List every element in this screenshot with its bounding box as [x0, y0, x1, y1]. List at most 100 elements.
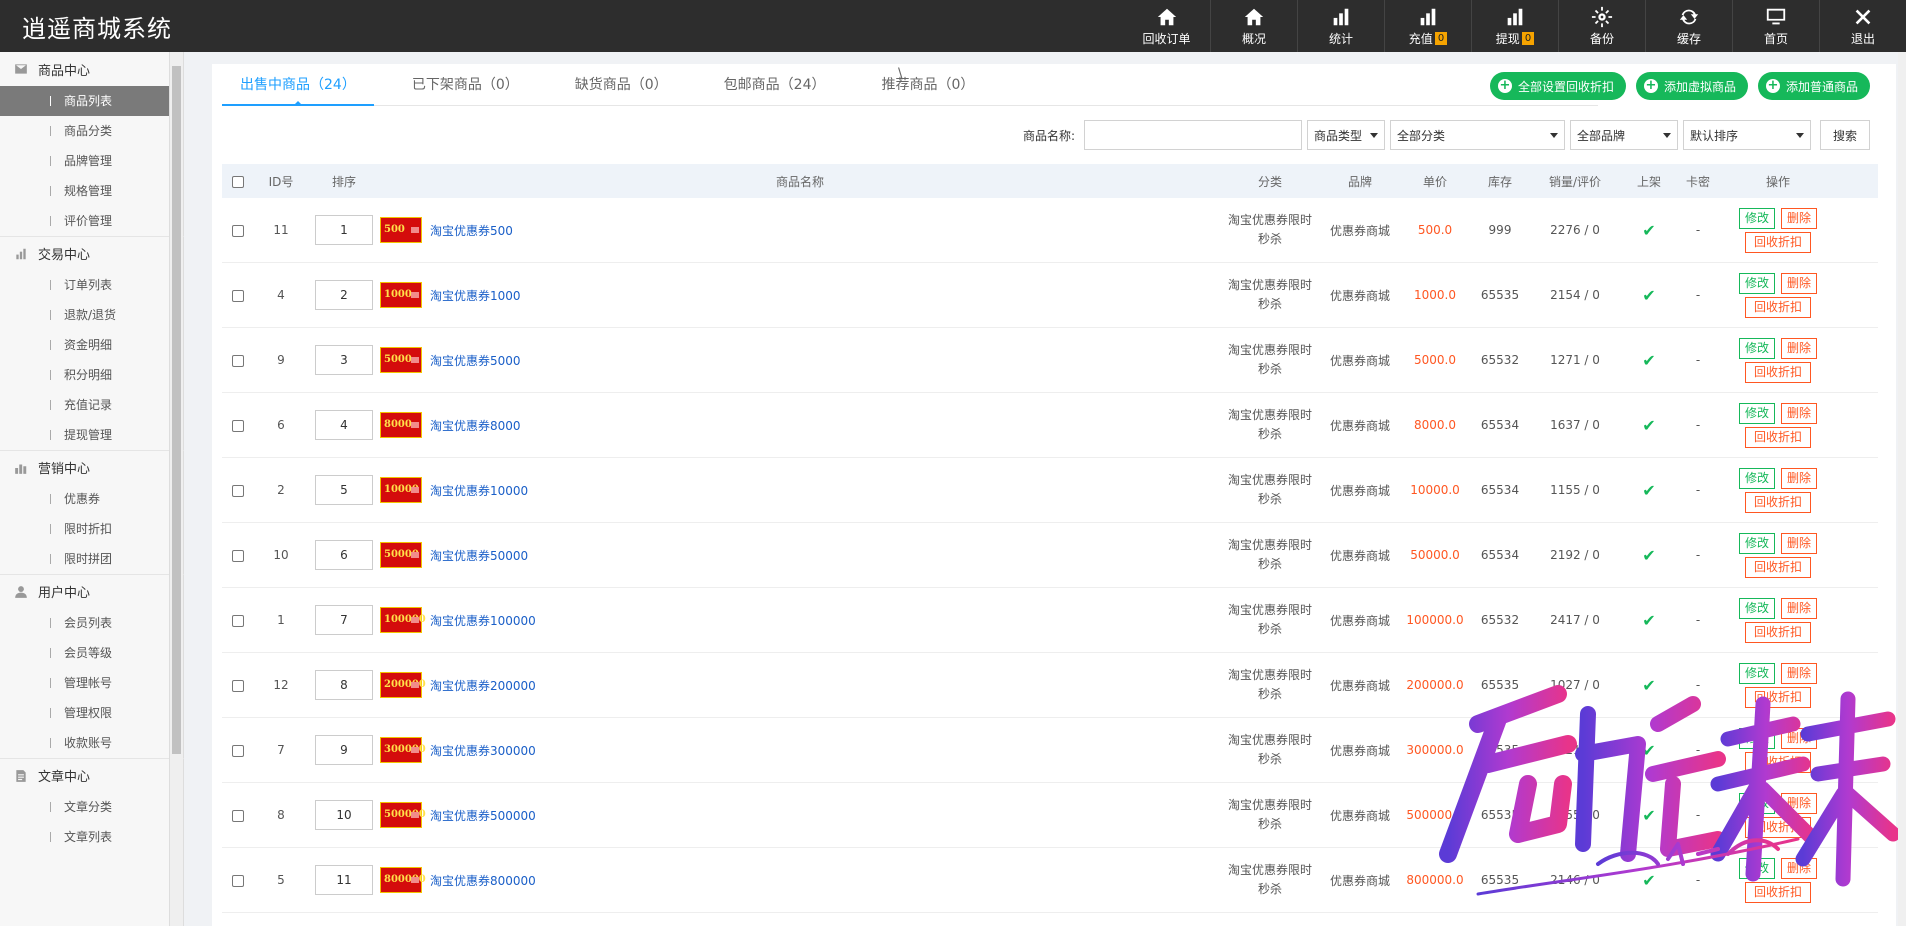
- sort-input[interactable]: 9: [315, 735, 373, 765]
- sort-select[interactable]: 默认排序: [1683, 120, 1811, 150]
- row-checkbox[interactable]: [232, 549, 244, 562]
- edit-button[interactable]: 修改: [1738, 792, 1775, 814]
- delete-button[interactable]: 删除: [1781, 857, 1818, 879]
- sort-input[interactable]: 3: [315, 345, 373, 375]
- row-checkbox[interactable]: [232, 679, 244, 692]
- sidebar-item[interactable]: 评价管理: [0, 206, 184, 236]
- check-icon[interactable]: ✔: [1642, 611, 1655, 630]
- sidebar-item[interactable]: 管理权限: [0, 698, 184, 728]
- select-all-checkbox[interactable]: [232, 175, 244, 188]
- delete-button[interactable]: 删除: [1781, 402, 1818, 424]
- sort-input[interactable]: 5: [315, 475, 373, 505]
- action-button[interactable]: + 全部设置回收折扣: [1489, 72, 1626, 100]
- category-select[interactable]: 全部分类: [1390, 120, 1565, 150]
- sort-input[interactable]: 10: [315, 800, 373, 830]
- topnav-item[interactable]: 回收订单: [1123, 0, 1210, 52]
- recycle-discount-button[interactable]: 回收折扣: [1744, 491, 1811, 513]
- edit-button[interactable]: 修改: [1738, 727, 1775, 749]
- topnav-item[interactable]: 退出: [1819, 0, 1906, 52]
- sidebar-group-title[interactable]: 用户中心: [0, 574, 184, 608]
- topnav-item[interactable]: 提现 0: [1471, 0, 1558, 52]
- recycle-discount-button[interactable]: 回收折扣: [1744, 751, 1811, 773]
- tab-item[interactable]: 出售中商品（24）: [222, 64, 374, 106]
- tab-item[interactable]: 包邮商品（24）: [706, 64, 844, 105]
- topnav-item[interactable]: 概况: [1210, 0, 1297, 52]
- sidebar-item[interactable]: 文章列表: [0, 822, 184, 852]
- edit-button[interactable]: 修改: [1738, 597, 1775, 619]
- edit-button[interactable]: 修改: [1738, 857, 1775, 879]
- check-icon[interactable]: ✔: [1642, 351, 1655, 370]
- sidebar-group-title[interactable]: 商品中心: [0, 52, 184, 86]
- topnav-item[interactable]: 缓存: [1645, 0, 1732, 52]
- tab-item[interactable]: 已下架商品（0）: [394, 64, 537, 105]
- row-checkbox[interactable]: [232, 744, 244, 757]
- delete-button[interactable]: 删除: [1781, 597, 1818, 619]
- product-name-link[interactable]: 淘宝优惠券1000: [430, 287, 521, 304]
- delete-button[interactable]: 删除: [1781, 337, 1818, 359]
- sidebar-item[interactable]: 管理帐号: [0, 668, 184, 698]
- row-checkbox[interactable]: [232, 224, 244, 237]
- sidebar-scrollbar[interactable]: [169, 52, 183, 926]
- sidebar-item[interactable]: 规格管理: [0, 176, 184, 206]
- product-name-input[interactable]: [1084, 120, 1302, 150]
- recycle-discount-button[interactable]: 回收折扣: [1744, 621, 1811, 643]
- check-icon[interactable]: ✔: [1642, 871, 1655, 890]
- product-name-link[interactable]: 淘宝优惠券5000: [430, 352, 521, 369]
- check-icon[interactable]: ✔: [1642, 676, 1655, 695]
- sort-input[interactable]: 2: [315, 280, 373, 310]
- product-name-link[interactable]: 淘宝优惠券100000: [430, 612, 536, 629]
- action-button[interactable]: + 添加普通商品: [1757, 72, 1870, 100]
- check-icon[interactable]: ✔: [1642, 481, 1655, 500]
- sidebar-group-title[interactable]: 文章中心: [0, 758, 184, 792]
- sidebar-group-title[interactable]: 交易中心: [0, 236, 184, 270]
- sort-input[interactable]: 6: [315, 540, 373, 570]
- tab-item[interactable]: 缺货商品（0）: [557, 64, 686, 105]
- delete-button[interactable]: 删除: [1781, 662, 1818, 684]
- product-name-link[interactable]: 淘宝优惠券500: [430, 222, 513, 239]
- action-button[interactable]: + 添加虚拟商品: [1635, 72, 1748, 100]
- sidebar-item[interactable]: 积分明细: [0, 360, 184, 390]
- sidebar-item[interactable]: 提现管理: [0, 420, 184, 450]
- tab-item[interactable]: 推荐商品（0）: [864, 64, 993, 105]
- sort-input[interactable]: 8: [315, 670, 373, 700]
- row-checkbox[interactable]: [232, 614, 244, 627]
- sidebar-item[interactable]: 退款/退货: [0, 300, 184, 330]
- product-name-link[interactable]: 淘宝优惠券500000: [430, 807, 536, 824]
- sort-input[interactable]: 1: [315, 215, 373, 245]
- sidebar-scroll-thumb[interactable]: [172, 66, 181, 754]
- delete-button[interactable]: 删除: [1781, 727, 1818, 749]
- brand-select[interactable]: 全部品牌: [1570, 120, 1678, 150]
- row-checkbox[interactable]: [232, 874, 244, 887]
- sidebar-item[interactable]: 会员列表: [0, 608, 184, 638]
- product-name-link[interactable]: 淘宝优惠券8000: [430, 417, 521, 434]
- product-name-link[interactable]: 淘宝优惠券800000: [430, 872, 536, 889]
- row-checkbox[interactable]: [232, 419, 244, 432]
- check-icon[interactable]: ✔: [1642, 546, 1655, 565]
- sidebar-item[interactable]: 文章分类: [0, 792, 184, 822]
- check-icon[interactable]: ✔: [1642, 416, 1655, 435]
- check-icon[interactable]: ✔: [1642, 286, 1655, 305]
- topnav-item[interactable]: 充值 0: [1384, 0, 1471, 52]
- topnav-item[interactable]: 统计: [1297, 0, 1384, 52]
- sidebar-item[interactable]: 充值记录: [0, 390, 184, 420]
- recycle-discount-button[interactable]: 回收折扣: [1744, 361, 1811, 383]
- sort-input[interactable]: 4: [315, 410, 373, 440]
- sidebar-item[interactable]: 限时折扣: [0, 514, 184, 544]
- recycle-discount-button[interactable]: 回收折扣: [1744, 556, 1811, 578]
- sort-input[interactable]: 11: [315, 865, 373, 895]
- edit-button[interactable]: 修改: [1738, 662, 1775, 684]
- recycle-discount-button[interactable]: 回收折扣: [1744, 686, 1811, 708]
- sidebar-item[interactable]: 优惠券: [0, 484, 184, 514]
- edit-button[interactable]: 修改: [1738, 402, 1775, 424]
- delete-button[interactable]: 删除: [1781, 792, 1818, 814]
- sort-input[interactable]: 7: [315, 605, 373, 635]
- recycle-discount-button[interactable]: 回收折扣: [1744, 231, 1811, 253]
- row-checkbox[interactable]: [232, 809, 244, 822]
- sidebar-item[interactable]: 商品列表: [0, 86, 170, 116]
- delete-button[interactable]: 删除: [1781, 467, 1818, 489]
- product-name-link[interactable]: 淘宝优惠券200000: [430, 677, 536, 694]
- recycle-discount-button[interactable]: 回收折扣: [1744, 816, 1811, 838]
- product-name-link[interactable]: 淘宝优惠券50000: [430, 547, 528, 564]
- delete-button[interactable]: 删除: [1781, 532, 1818, 554]
- sidebar-item[interactable]: 品牌管理: [0, 146, 184, 176]
